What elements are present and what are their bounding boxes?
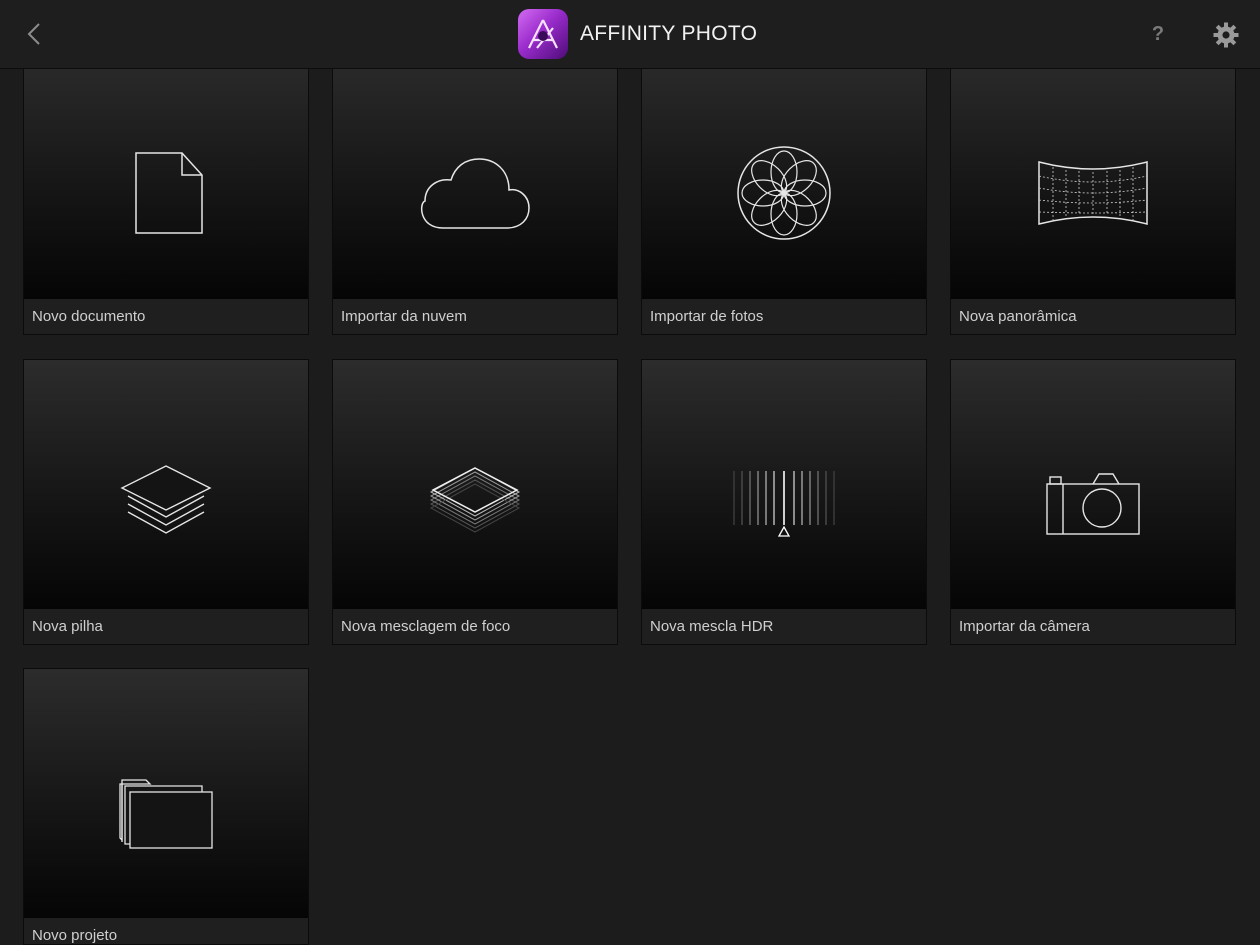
tile-art — [333, 360, 617, 609]
help-button[interactable]: ? — [1144, 18, 1172, 50]
top-bar: AFFINITY PHOTO ? — [0, 0, 1260, 69]
tile-hdr-merge[interactable]: Nova mescla HDR — [641, 359, 927, 645]
tile-art — [642, 50, 926, 299]
settings-button[interactable] — [1209, 18, 1243, 52]
tile-import-photos[interactable]: Importar de fotos — [641, 49, 927, 335]
tile-art — [24, 360, 308, 609]
back-button[interactable] — [18, 17, 50, 51]
new-items-grid: Novo documento Importar da nuvem Importa… — [0, 0, 1260, 945]
tile-art — [333, 50, 617, 299]
tile-import-cloud[interactable]: Importar da nuvem — [332, 49, 618, 335]
layer-stack-icon — [120, 464, 212, 534]
tile-art — [951, 360, 1235, 609]
document-icon — [135, 151, 203, 234]
tile-label: Nova mescla HDR — [650, 618, 774, 635]
tile-label: Nova pilha — [32, 618, 103, 635]
tile-label: Novo documento — [32, 308, 146, 325]
tile-focus-merge[interactable]: Nova mesclagem de foco — [332, 359, 618, 645]
tile-label: Importar da nuvem — [341, 308, 467, 325]
chevron-left-icon — [27, 23, 40, 45]
brand: AFFINITY PHOTO — [518, 9, 757, 59]
tile-art — [24, 669, 308, 918]
tile-label: Nova panorâmica — [959, 308, 1077, 325]
tile-new-stack[interactable]: Nova pilha — [23, 359, 309, 645]
photos-flower-icon — [737, 145, 831, 240]
tile-label: Importar de fotos — [650, 308, 764, 325]
tile-art — [642, 360, 926, 609]
app-title: AFFINITY PHOTO — [580, 22, 758, 45]
tile-label: Nova mesclagem de foco — [341, 618, 511, 635]
panorama-icon — [1038, 160, 1148, 225]
help-icon: ? — [1151, 22, 1165, 45]
cloud-icon — [420, 157, 530, 229]
affinity-photo-logo-icon — [518, 9, 568, 59]
tile-new-document[interactable]: Novo documento — [23, 49, 309, 335]
focus-merge-icon — [429, 466, 521, 533]
tile-art — [24, 50, 308, 299]
tile-art — [951, 50, 1235, 299]
tile-label: Importar da câmera — [959, 618, 1090, 635]
folder-icon — [119, 778, 213, 849]
tile-label: Novo projeto — [32, 927, 118, 944]
tile-new-panorama[interactable]: Nova panorâmica — [950, 49, 1236, 335]
camera-icon — [1046, 472, 1140, 535]
tile-new-project[interactable]: Novo projeto — [23, 668, 309, 945]
hdr-icon — [733, 470, 835, 537]
gear-icon — [1213, 22, 1239, 48]
tile-import-camera[interactable]: Importar da câmera — [950, 359, 1236, 645]
